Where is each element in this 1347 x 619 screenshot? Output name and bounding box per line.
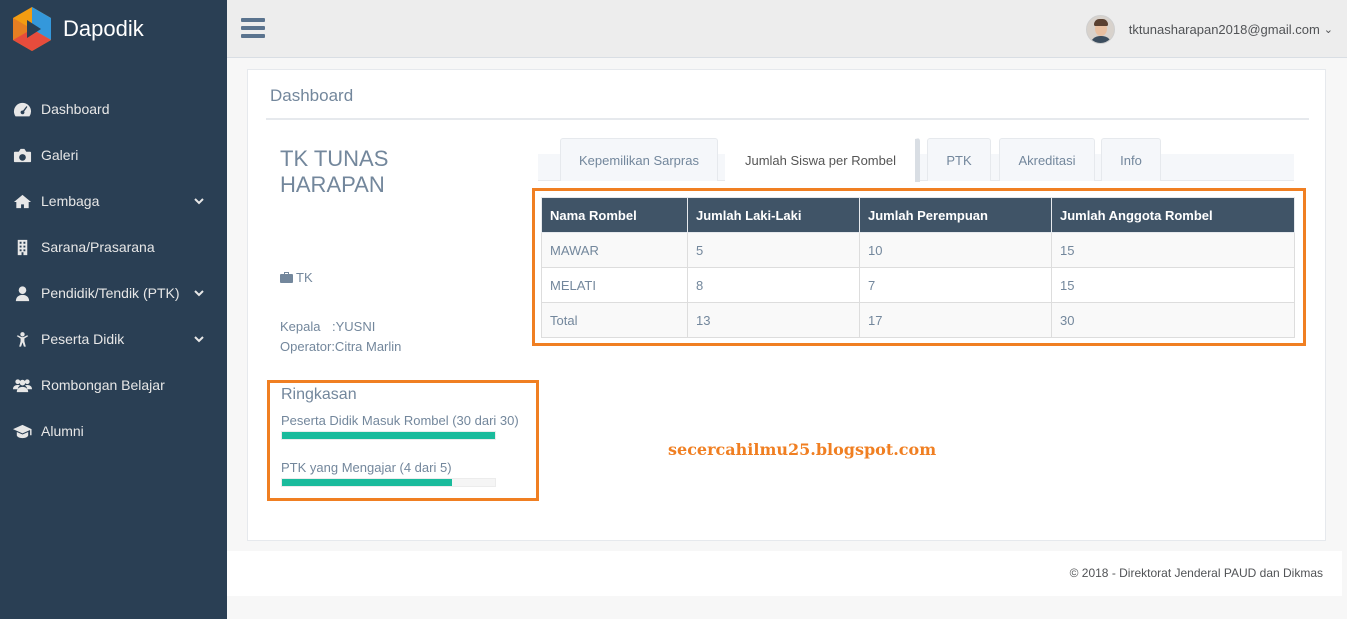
- footer: © 2018 - Direktorat Jenderal PAUD dan Di…: [227, 551, 1342, 596]
- sidebar-item-label: Galeri: [41, 147, 79, 163]
- ringkasan-box: Ringkasan Peserta Didik Masuk Rombel (30…: [267, 380, 539, 501]
- brand-name: Dapodik: [63, 16, 144, 41]
- footer-text: © 2018 - Direktorat Jenderal PAUD dan Di…: [1069, 566, 1323, 580]
- tab-kepemilikan-sarpras[interactable]: Kepemilikan Sarpras: [560, 138, 718, 181]
- progress-bar-fill: [282, 432, 495, 439]
- child-icon: [11, 330, 33, 348]
- sidebar-item-label: Pendidik/Tendik (PTK): [41, 285, 180, 301]
- table-row: MAWAR 5 10 15: [541, 232, 1295, 268]
- user-email: tktunasharapan2018@gmail.com: [1128, 22, 1320, 37]
- sidebar-item-sarana-prasarana[interactable]: Sarana/Prasarana: [0, 224, 227, 270]
- avatar: [1085, 15, 1115, 44]
- user-menu[interactable]: tktunasharapan2018@gmail.com ⌄: [1085, 15, 1333, 44]
- tab-akreditasi[interactable]: Akreditasi: [999, 138, 1095, 181]
- table-cell: Total: [541, 302, 688, 338]
- column-header: Jumlah Perempuan: [859, 197, 1052, 233]
- top-navbar: tktunasharapan2018@gmail.com ⌄: [227, 0, 1347, 58]
- dapodik-logo-icon: [13, 7, 51, 51]
- table-cell: 7: [859, 267, 1052, 303]
- operator-value: :Citra Marlin: [331, 339, 402, 354]
- progress-bar-fill: [282, 479, 453, 486]
- user-icon: [11, 284, 33, 302]
- chevron-down-icon[interactable]: [193, 287, 205, 299]
- graduation-cap-icon: [11, 422, 33, 440]
- table-cell: 17: [859, 302, 1052, 338]
- column-header: Jumlah Laki-Laki: [687, 197, 860, 233]
- table-row: Total 13 17 30: [541, 302, 1295, 338]
- users-icon: [11, 376, 33, 394]
- table-cell: 5: [687, 232, 860, 268]
- ringkasan-title: Ringkasan: [281, 386, 357, 403]
- tab-bar: Kepemilikan Sarpras Jumlah Siswa per Rom…: [538, 137, 1294, 182]
- school-name: TK TUNAS HARAPAN: [280, 146, 389, 197]
- camera-icon: [11, 146, 33, 164]
- column-header: Nama Rombel: [541, 197, 688, 233]
- ringkasan-item-label: Peserta Didik Masuk Rombel (30 dari 30): [281, 413, 519, 428]
- sidebar-item-lembaga[interactable]: Lembaga: [0, 178, 227, 224]
- school-type: TK: [280, 270, 313, 285]
- rombel-table-box: Nama Rombel Jumlah Laki-Laki Jumlah Pere…: [532, 188, 1306, 346]
- briefcase-icon: [280, 272, 293, 283]
- sidebar-item-label: Peserta Didik: [41, 331, 125, 347]
- sidebar-item-label: Dashboard: [41, 101, 110, 117]
- building-icon: [11, 238, 33, 256]
- dashboard-icon: [11, 100, 33, 118]
- chevron-down-icon[interactable]: [193, 333, 205, 345]
- column-header: Jumlah Anggota Rombel: [1051, 197, 1295, 233]
- chevron-down-icon: ⌄: [1323, 24, 1333, 36]
- school-type-label: TK: [296, 270, 313, 285]
- sidebar-item-peserta-didik[interactable]: Peserta Didik: [0, 316, 227, 362]
- divider: [266, 118, 1309, 120]
- watermark-text: secercahilmu25.blogspot.com: [668, 440, 937, 459]
- menu-toggle-icon[interactable]: [241, 18, 265, 40]
- table-row: MELATI 8 7 15: [541, 267, 1295, 303]
- sidebar-item-label: Sarana/Prasarana: [41, 239, 155, 255]
- sidebar: Dapodik Dashboard Galeri Lembaga Sarana/…: [0, 0, 227, 619]
- tab-info[interactable]: Info: [1101, 138, 1161, 181]
- table-cell: MELATI: [541, 267, 688, 303]
- brand[interactable]: Dapodik: [0, 0, 227, 58]
- sidebar-menu: Dashboard Galeri Lembaga Sarana/Prasaran…: [0, 86, 227, 454]
- sidebar-item-label: Lembaga: [41, 193, 100, 209]
- tab-jumlah-siswa-per-rombel[interactable]: Jumlah Siswa per Rombel: [725, 138, 920, 182]
- rombel-table: Nama Rombel Jumlah Laki-Laki Jumlah Pere…: [541, 197, 1295, 338]
- chevron-down-icon[interactable]: [193, 195, 205, 207]
- table-cell: 15: [1051, 232, 1295, 268]
- operator-label: Operator: [280, 339, 332, 354]
- dashboard-panel: Dashboard TK TUNAS HARAPAN TK Kepala :YUS…: [247, 69, 1326, 541]
- sidebar-item-galeri[interactable]: Galeri: [0, 132, 227, 178]
- home-icon: [11, 192, 33, 210]
- kepala-label: Kepala: [280, 319, 321, 334]
- sidebar-item-alumni[interactable]: Alumni: [0, 408, 227, 454]
- sidebar-item-label: Rombongan Belajar: [41, 377, 165, 393]
- page-title: Dashboard: [270, 86, 354, 105]
- sidebar-item-ptk[interactable]: Pendidik/Tendik (PTK): [0, 270, 227, 316]
- tab-ptk[interactable]: PTK: [927, 138, 991, 181]
- table-cell: 13: [687, 302, 860, 338]
- kepala-info: Kepala :YUSNI: [280, 319, 375, 334]
- table-header-row: Nama Rombel Jumlah Laki-Laki Jumlah Pere…: [541, 197, 1295, 233]
- sidebar-item-rombongan-belajar[interactable]: Rombongan Belajar: [0, 362, 227, 408]
- kepala-value: :YUSNI: [332, 319, 376, 334]
- progress-bar: [281, 478, 496, 487]
- table-cell: 8: [687, 267, 860, 303]
- progress-bar: [281, 431, 496, 440]
- table-cell: 30: [1051, 302, 1295, 338]
- table-cell: 15: [1051, 267, 1295, 303]
- table-cell: MAWAR: [541, 232, 688, 268]
- table-cell: 10: [859, 232, 1052, 268]
- sidebar-item-label: Alumni: [41, 423, 84, 439]
- ringkasan-item-label: PTK yang Mengajar (4 dari 5): [281, 460, 452, 475]
- operator-info: Operator:Citra Marlin: [280, 339, 401, 354]
- sidebar-item-dashboard[interactable]: Dashboard: [0, 86, 227, 132]
